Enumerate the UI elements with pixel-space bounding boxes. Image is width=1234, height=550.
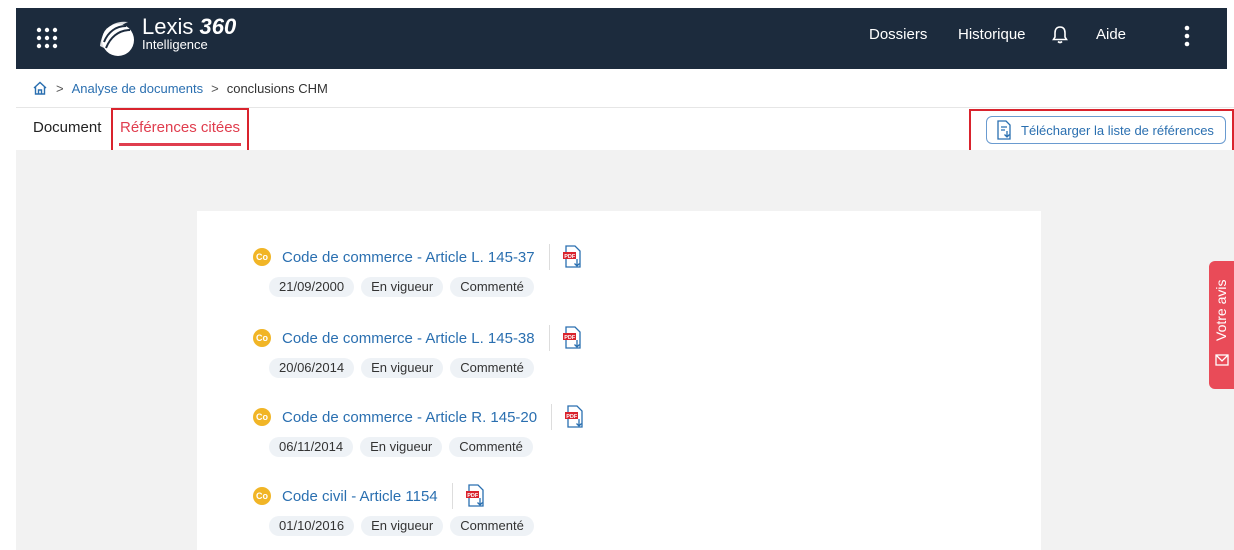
kebab-menu-icon[interactable]: [1184, 25, 1190, 47]
reference-link[interactable]: Code de commerce - Article R. 145-20: [282, 409, 537, 426]
date-tag: 21/09/2000: [269, 277, 355, 297]
reference-link[interactable]: Code de commerce - Article L. 145-38: [282, 330, 535, 347]
breadcrumb-separator: >: [56, 80, 64, 96]
svg-text:PDF: PDF: [564, 335, 576, 341]
breadcrumb: > Analyse de documents > conclusions CHM: [32, 80, 328, 96]
annotation-tag: Commenté: [449, 437, 533, 457]
nav-dossiers[interactable]: Dossiers: [869, 26, 927, 43]
code-badge: Co: [253, 408, 271, 426]
code-badge: Co: [253, 248, 271, 266]
pdf-download-icon[interactable]: PDF: [465, 484, 487, 508]
date-tag: 01/10/2016: [269, 516, 355, 536]
logo-swirl-icon: [100, 21, 134, 56]
svg-text:PDF: PDF: [564, 254, 576, 260]
code-badge: Co: [253, 329, 271, 347]
brand-name: Lexis: [142, 14, 194, 39]
feedback-label: Votre avis: [1213, 279, 1229, 341]
divider: [551, 404, 553, 430]
pdf-download-icon[interactable]: PDF: [564, 405, 586, 429]
feedback-tab[interactable]: Votre avis: [1209, 261, 1234, 389]
list-item: Co Code de commerce - Article R. 145-20 …: [253, 404, 586, 457]
download-references-label: Télécharger la liste de références: [1021, 122, 1214, 138]
annotation-tag: Commenté: [450, 277, 534, 297]
download-references-button[interactable]: Télécharger la liste de références: [986, 116, 1226, 144]
list-item: Co Code de commerce - Article L. 145-37 …: [253, 244, 584, 297]
active-tab-indicator: [119, 143, 241, 146]
status-tag: En vigueur: [361, 277, 444, 297]
top-navigation-bar: Lexis 360 Intelligence Dossiers Historiq…: [16, 8, 1227, 69]
reference-link[interactable]: Code de commerce - Article L. 145-37: [282, 249, 535, 266]
divider: [451, 483, 453, 509]
divider: [548, 325, 550, 351]
breadcrumb-current: conclusions CHM: [226, 80, 328, 96]
mail-icon: [1215, 354, 1229, 366]
nav-aide[interactable]: Aide: [1096, 26, 1126, 43]
pdf-download-icon[interactable]: PDF: [562, 326, 584, 350]
nav-historique[interactable]: Historique: [958, 26, 1026, 43]
date-tag: 20/06/2014: [269, 358, 355, 378]
tab-references-citees[interactable]: Références citées: [120, 119, 240, 136]
pdf-download-icon[interactable]: PDF: [562, 245, 584, 269]
breadcrumb-analyse-documents[interactable]: Analyse de documents: [72, 81, 204, 96]
download-list-icon: [997, 120, 1011, 140]
breadcrumb-separator: >: [211, 80, 219, 96]
tab-document[interactable]: Document: [33, 119, 101, 136]
bell-icon[interactable]: [1052, 25, 1068, 45]
status-tag: En vigueur: [361, 516, 444, 536]
reference-link[interactable]: Code civil - Article 1154: [282, 488, 438, 505]
brand-number: 360: [199, 14, 237, 39]
status-tag: En vigueur: [361, 358, 444, 378]
date-tag: 06/11/2014: [269, 437, 354, 457]
brand-subtitle: Intelligence: [142, 37, 208, 52]
list-item: Co Code civil - Article 1154 PDF 01/10/2…: [253, 483, 534, 536]
apps-grid-icon[interactable]: [36, 27, 58, 49]
references-card: Co Code de commerce - Article L. 145-37 …: [197, 211, 1041, 550]
svg-text:PDF: PDF: [566, 414, 578, 420]
code-badge: Co: [253, 487, 271, 505]
home-icon[interactable]: [32, 80, 48, 96]
divider: [548, 244, 550, 270]
annotation-tag: Commenté: [450, 358, 534, 378]
status-tag: En vigueur: [360, 437, 443, 457]
annotation-tag: Commenté: [450, 516, 534, 536]
list-item: Co Code de commerce - Article L. 145-38 …: [253, 325, 584, 378]
svg-text:PDF: PDF: [467, 493, 479, 499]
